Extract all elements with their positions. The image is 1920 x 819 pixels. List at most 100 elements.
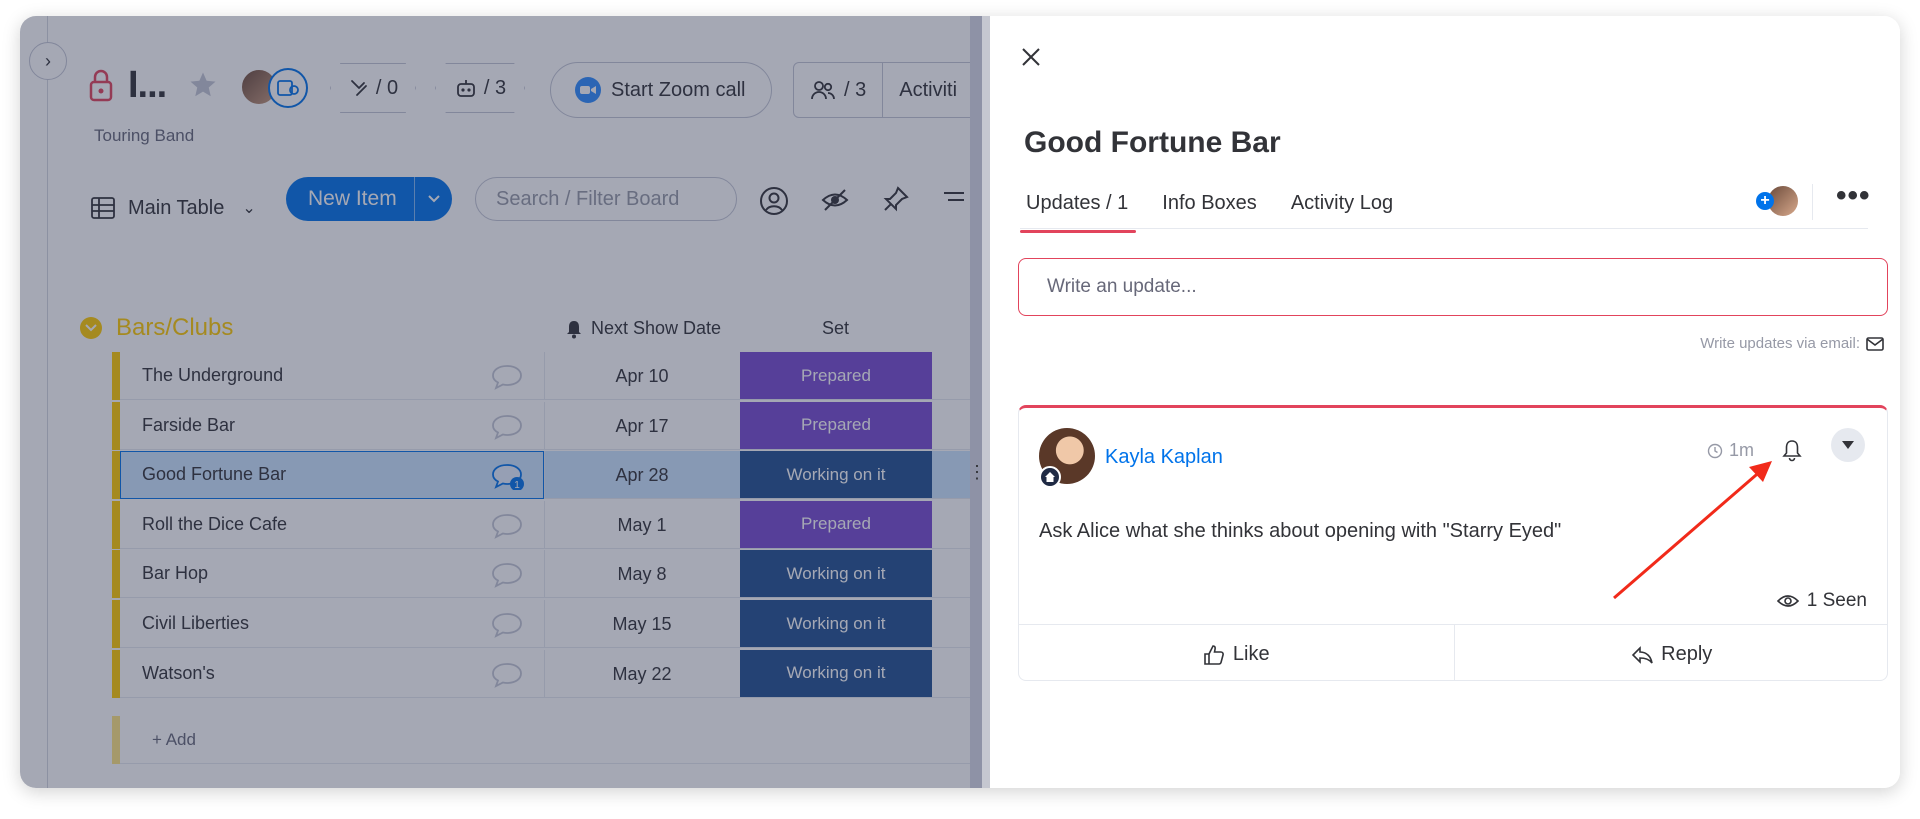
seen-label: 1 Seen bbox=[1806, 590, 1867, 611]
zoom-label: Start Zoom call bbox=[611, 78, 746, 101]
add-subscriber-icon[interactable]: + bbox=[1756, 192, 1774, 210]
pin-icon[interactable] bbox=[882, 185, 910, 215]
date-cell[interactable]: May 22 bbox=[544, 664, 740, 685]
item-name[interactable]: The Underground bbox=[142, 365, 283, 386]
table-row[interactable]: Farside Bar Apr 17 Prepared bbox=[112, 401, 972, 450]
updates-bubble-icon[interactable] bbox=[490, 661, 524, 694]
item-name[interactable]: Roll the Dice Cafe bbox=[142, 514, 287, 535]
post-body: Ask Alice what she thinks about opening … bbox=[1039, 520, 1562, 542]
view-label: Main Table bbox=[128, 196, 225, 219]
guest-avatar[interactable] bbox=[268, 68, 308, 108]
group-color-bar bbox=[112, 600, 120, 648]
integrations-button[interactable]: / 3 bbox=[435, 63, 525, 113]
item-name[interactable]: Farside Bar bbox=[142, 415, 235, 436]
group-color-bar bbox=[112, 451, 120, 500]
group-collapse-icon[interactable] bbox=[80, 317, 102, 339]
robot-icon bbox=[456, 80, 475, 97]
status-cell[interactable]: Working on it bbox=[740, 550, 932, 598]
updates-bubble-icon[interactable] bbox=[490, 561, 524, 594]
item-name[interactable]: Good Fortune Bar bbox=[142, 464, 286, 485]
chevron-down-icon: ⌄ bbox=[242, 200, 256, 217]
close-icon[interactable] bbox=[1020, 46, 1042, 68]
table-row[interactable]: Good Fortune Bar 1 Apr 28 Working on it bbox=[112, 451, 972, 500]
add-item-row[interactable]: + Add bbox=[112, 716, 972, 764]
date-cell[interactable]: May 1 bbox=[544, 515, 740, 536]
tab-updates[interactable]: Updates / 1 bbox=[1019, 192, 1137, 233]
group-color-bar bbox=[112, 500, 120, 549]
like-button[interactable]: Like bbox=[1019, 625, 1454, 680]
reply-button[interactable]: Reply bbox=[1453, 625, 1888, 680]
status-cell[interactable]: Prepared bbox=[740, 401, 932, 449]
envelope-icon bbox=[1866, 336, 1884, 351]
seen-indicator[interactable]: 1 Seen bbox=[1719, 590, 1867, 612]
email-updates-hint[interactable]: Write updates via email: bbox=[1550, 335, 1884, 352]
tab-info-boxes[interactable]: Info Boxes bbox=[1162, 192, 1257, 233]
svg-text:1: 1 bbox=[514, 480, 520, 490]
column-header-next-show-date[interactable]: Next Show Date bbox=[565, 318, 721, 339]
panel-resize-bar[interactable] bbox=[970, 16, 990, 788]
updates-bubble-icon[interactable] bbox=[490, 413, 524, 446]
item-title[interactable]: Good Fortune Bar bbox=[1024, 126, 1281, 160]
header-separator bbox=[1812, 184, 1813, 220]
updates-bubble-icon[interactable] bbox=[490, 611, 524, 644]
search-filter-input[interactable]: Search / Filter Board bbox=[475, 177, 737, 221]
automations-count: / 0 bbox=[375, 76, 399, 99]
activity-label[interactable]: Activiti bbox=[899, 79, 957, 102]
start-zoom-call-button[interactable]: Start Zoom call bbox=[550, 62, 772, 118]
like-label: Like bbox=[1232, 643, 1270, 665]
table-row[interactable]: The Underground Apr 10 Prepared bbox=[112, 352, 972, 400]
tab-activity-log[interactable]: Activity Log bbox=[1291, 192, 1393, 233]
status-cell[interactable]: Working on it bbox=[740, 600, 932, 647]
column-header-set[interactable]: Set bbox=[822, 318, 849, 339]
person-filter-icon[interactable] bbox=[758, 185, 790, 217]
clock-icon bbox=[1707, 443, 1723, 458]
table-row[interactable]: Civil Liberties May 15 Working on it bbox=[112, 600, 972, 648]
new-item-dropdown-button[interactable] bbox=[414, 177, 452, 221]
author-name[interactable]: Kayla Kaplan bbox=[1105, 446, 1223, 469]
column-label-date: Next Show Date bbox=[591, 318, 722, 338]
write-update-input[interactable]: Write an update... bbox=[1018, 258, 1888, 316]
date-cell[interactable]: Apr 28 bbox=[544, 465, 740, 486]
lock-icon bbox=[89, 69, 113, 102]
status-cell[interactable]: Working on it bbox=[740, 649, 932, 697]
group-header[interactable]: Bars/Clubs bbox=[80, 314, 233, 342]
status-cell[interactable]: Working on it bbox=[740, 451, 932, 499]
item-name[interactable]: Civil Liberties bbox=[142, 613, 249, 634]
table-row[interactable]: Roll the Dice Cafe May 1 Prepared bbox=[112, 500, 972, 549]
reply-label: Reply bbox=[1661, 643, 1713, 665]
automations-button[interactable]: / 0 bbox=[330, 63, 416, 113]
group-color-bar bbox=[112, 649, 120, 698]
home-icon bbox=[1039, 466, 1061, 488]
date-cell[interactable]: May 15 bbox=[544, 614, 740, 635]
reply-icon bbox=[1632, 645, 1653, 664]
date-cell[interactable]: May 8 bbox=[544, 564, 740, 585]
new-item-button[interactable]: New Item bbox=[286, 177, 452, 221]
star-icon[interactable] bbox=[188, 70, 218, 100]
item-name[interactable]: Bar Hop bbox=[142, 563, 208, 584]
updates-bubble-icon[interactable]: 1 bbox=[490, 462, 524, 495]
eye-icon bbox=[1776, 595, 1799, 607]
post-menu-button[interactable] bbox=[1831, 428, 1865, 462]
board-subtitle: Touring Band bbox=[94, 126, 195, 145]
board-members-button[interactable]: / 3 Activiti bbox=[793, 62, 993, 118]
view-selector[interactable]: Main Table ⌄ bbox=[90, 196, 256, 220]
zoom-icon bbox=[575, 77, 601, 103]
board-title[interactable]: I... bbox=[128, 64, 167, 107]
tabs-divider bbox=[1020, 228, 1868, 229]
sort-icon[interactable] bbox=[942, 185, 966, 215]
updates-bubble-icon[interactable] bbox=[490, 512, 524, 545]
table-row[interactable]: Watson's May 22 Working on it bbox=[112, 649, 972, 698]
table-row[interactable]: Bar Hop May 8 Working on it bbox=[112, 550, 972, 599]
hide-columns-icon[interactable] bbox=[820, 185, 850, 215]
expand-sidebar-button[interactable]: › bbox=[29, 42, 67, 80]
status-cell[interactable]: Prepared bbox=[740, 500, 932, 548]
status-cell[interactable]: Prepared bbox=[740, 352, 932, 399]
people-count: / 3 bbox=[844, 78, 867, 101]
date-cell[interactable]: Apr 10 bbox=[544, 366, 740, 387]
group-color-bar bbox=[112, 550, 120, 599]
updates-bubble-icon[interactable] bbox=[490, 363, 524, 396]
date-cell[interactable]: Apr 17 bbox=[544, 416, 740, 437]
more-options-icon[interactable]: ••• bbox=[1836, 181, 1871, 211]
bell-icon[interactable] bbox=[1781, 438, 1803, 462]
item-name[interactable]: Watson's bbox=[142, 663, 215, 684]
